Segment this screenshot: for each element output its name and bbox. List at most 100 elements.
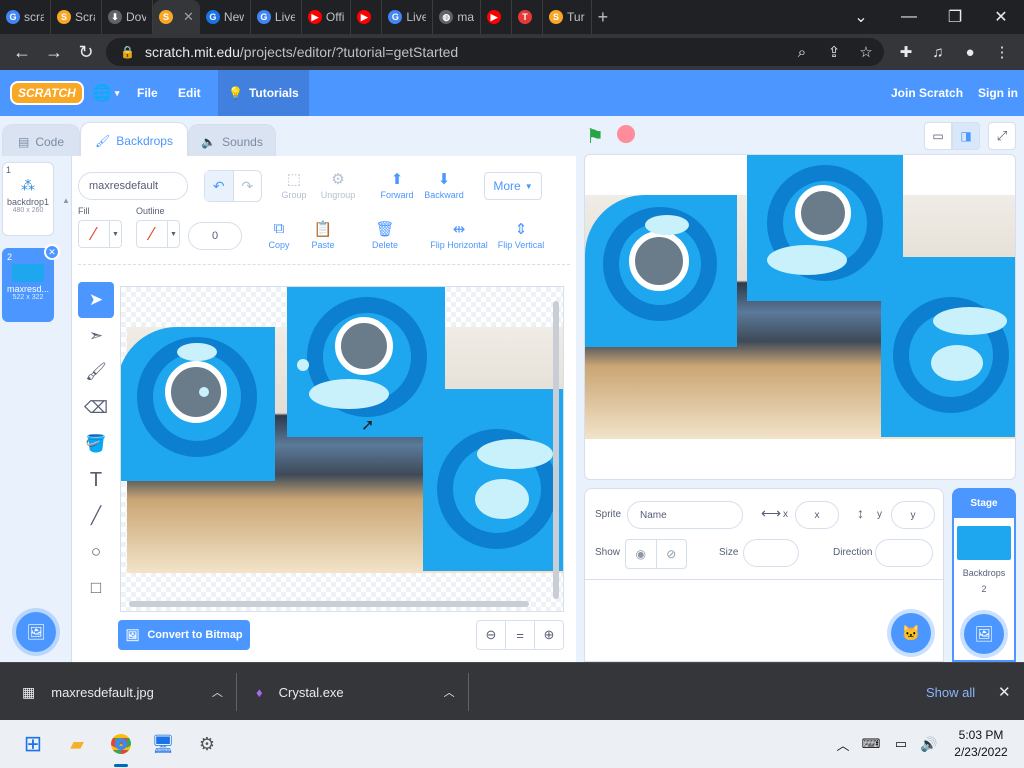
chevron-up-icon[interactable]: ︿: [444, 684, 455, 700]
restore-icon[interactable]: ❐: [932, 0, 978, 34]
fill-tool[interactable]: 🪣: [78, 426, 114, 462]
stage[interactable]: [584, 154, 1016, 480]
redo-icon[interactable]: ↷: [234, 171, 262, 201]
large-stage-icon[interactable]: ◨: [952, 122, 980, 150]
menu-icon[interactable]: ⋮: [988, 38, 1016, 66]
language-globe-icon[interactable]: 🌐 ▾: [92, 70, 119, 116]
file-explorer-icon[interactable]: ▰: [60, 728, 94, 760]
backward-button[interactable]: ⬇ Backward: [422, 170, 466, 200]
group-button[interactable]: ⬚ Group: [276, 170, 312, 200]
text-tool[interactable]: T: [78, 462, 114, 498]
close-tab-icon[interactable]: ✕: [183, 9, 194, 25]
fullscreen-icon[interactable]: ⤢: [988, 122, 1016, 150]
browser-tab[interactable]: ⬇ Dov: [102, 0, 153, 34]
settings-gear-icon[interactable]: ⚙: [190, 728, 224, 760]
edit-menu[interactable]: Edit: [178, 70, 201, 116]
stop-icon[interactable]: [617, 125, 635, 143]
convert-to-bitmap-button[interactable]: 🖼 Convert to Bitmap: [118, 620, 250, 650]
browser-tab[interactable]: S Scra: [51, 0, 102, 34]
tab-search-icon[interactable]: ⌄: [838, 0, 884, 34]
minimize-icon[interactable]: —: [886, 0, 932, 34]
new-tab-icon[interactable]: +: [592, 0, 615, 34]
horizontal-scrollbar[interactable]: [129, 601, 529, 607]
fill-color-picker[interactable]: ⁄ ▼: [78, 220, 122, 248]
zoom-in-icon[interactable]: ⊕: [535, 621, 563, 649]
flip-horizontal-button[interactable]: ⇹ Flip Horizontal: [428, 220, 490, 250]
file-menu[interactable]: File: [137, 70, 158, 116]
url-bar[interactable]: 🔒 scratch.mit.edu/projects/editor/?tutor…: [106, 38, 884, 66]
tutorials-button[interactable]: 💡 Tutorials: [218, 70, 309, 116]
clock[interactable]: 5:03 PM 2/23/2022: [946, 728, 1016, 759]
browser-tab[interactable]: G Live: [382, 0, 434, 34]
scratch-logo[interactable]: SCRATCH: [10, 70, 84, 116]
windows-start-icon[interactable]: ⊞: [16, 728, 50, 760]
tab-code[interactable]: ▤ Code: [2, 124, 80, 158]
x-input[interactable]: x: [795, 501, 839, 529]
media-icon[interactable]: ♫: [924, 38, 952, 66]
tab-sounds[interactable]: 🔈 Sounds: [188, 124, 276, 158]
forward-button[interactable]: ⬆ Forward: [376, 170, 418, 200]
y-input[interactable]: y: [891, 501, 935, 529]
browser-tab[interactable]: S Tur: [543, 0, 592, 34]
keyboard-icon[interactable]: ⌨: [854, 728, 888, 760]
sprite-name-input[interactable]: Name: [627, 501, 743, 529]
ungroup-button[interactable]: ⚙ Ungroup: [318, 170, 358, 200]
chrome-taskbar-icon[interactable]: [104, 728, 138, 760]
browser-tab[interactable]: ▶: [351, 0, 383, 34]
outline-width-input[interactable]: 0: [188, 222, 242, 250]
costume-name-input[interactable]: maxresdefault: [78, 172, 188, 200]
download-item-2[interactable]: ♦ Crystal.exe ︿: [256, 663, 455, 721]
delete-backdrop-icon[interactable]: ✕: [44, 244, 60, 260]
browser-tab[interactable]: G Live: [251, 0, 302, 34]
scroll-up-icon[interactable]: ▲: [62, 196, 70, 212]
eraser-tool[interactable]: ⌫: [78, 390, 114, 426]
undo-icon[interactable]: ↶: [205, 171, 234, 201]
rectangle-tool[interactable]: □: [78, 570, 114, 606]
volume-icon[interactable]: 🔊: [912, 728, 946, 760]
paint-canvas[interactable]: ➚: [120, 286, 564, 612]
circle-tool[interactable]: ○: [78, 534, 114, 570]
browser-tab[interactable]: ▶: [481, 0, 513, 34]
browser-tab[interactable]: ▶ Offi: [302, 0, 352, 34]
browser-tab[interactable]: S ✕: [153, 0, 200, 34]
line-tool[interactable]: ╱: [78, 498, 114, 534]
remote-desktop-icon[interactable]: 🖥: [146, 728, 180, 760]
choose-backdrop-button[interactable]: 🖼: [16, 612, 56, 652]
zoom-reset-button[interactable]: =: [506, 621, 535, 649]
browser-tab[interactable]: Gscra: [0, 0, 51, 34]
outline-color-picker[interactable]: ⁄ ▼: [136, 220, 180, 248]
sign-in-link[interactable]: Sign in: [978, 70, 1018, 116]
close-shelf-icon[interactable]: ✕: [998, 663, 1011, 721]
reload-icon[interactable]: ↻: [70, 36, 102, 68]
flip-vertical-button[interactable]: ⇕ Flip Vertical: [496, 220, 546, 250]
download-item-1[interactable]: ▦ maxresdefault.jpg ︿: [22, 663, 223, 721]
choose-backdrop-stage-button[interactable]: 🖼: [964, 614, 1004, 654]
forward-icon[interactable]: →: [38, 36, 70, 68]
eye-icon[interactable]: ◉: [626, 540, 657, 568]
small-stage-icon[interactable]: ▭: [924, 122, 952, 150]
zoom-icon[interactable]: ⌕: [788, 38, 816, 66]
select-tool[interactable]: ➤: [78, 282, 114, 318]
delete-button[interactable]: 🗑 Delete: [368, 220, 402, 250]
chevron-up-icon[interactable]: ︿: [212, 684, 223, 700]
extensions-icon[interactable]: ✚: [892, 38, 920, 66]
join-scratch-link[interactable]: Join Scratch: [891, 70, 963, 116]
browser-tab[interactable]: ◍ ma: [433, 0, 482, 34]
choose-sprite-button[interactable]: 🐱: [891, 613, 931, 653]
size-input[interactable]: [743, 539, 799, 567]
backdrop-item-2[interactable]: 2 maxresd... 522 x 322: [2, 248, 54, 322]
paste-button[interactable]: 📋 Paste: [306, 220, 340, 250]
share-icon[interactable]: ⇪: [820, 38, 848, 66]
eye-slash-icon[interactable]: ⊘: [657, 540, 687, 568]
direction-input[interactable]: [875, 539, 933, 567]
more-menu[interactable]: More ▼: [484, 172, 542, 200]
stage-target-panel[interactable]: Stage Backdrops 2 🖼: [952, 488, 1016, 662]
tab-backdrops[interactable]: 🖌 Backdrops: [80, 122, 188, 158]
zoom-out-icon[interactable]: ⊖: [477, 621, 506, 649]
reshape-tool[interactable]: ➣: [78, 318, 114, 354]
browser-tab[interactable]: G New: [200, 0, 251, 34]
green-flag-icon[interactable]: ⚑: [586, 124, 604, 149]
bookmark-star-icon[interactable]: ☆: [852, 38, 880, 66]
back-icon[interactable]: ←: [6, 36, 38, 68]
show-all-link[interactable]: Show all: [926, 663, 975, 721]
